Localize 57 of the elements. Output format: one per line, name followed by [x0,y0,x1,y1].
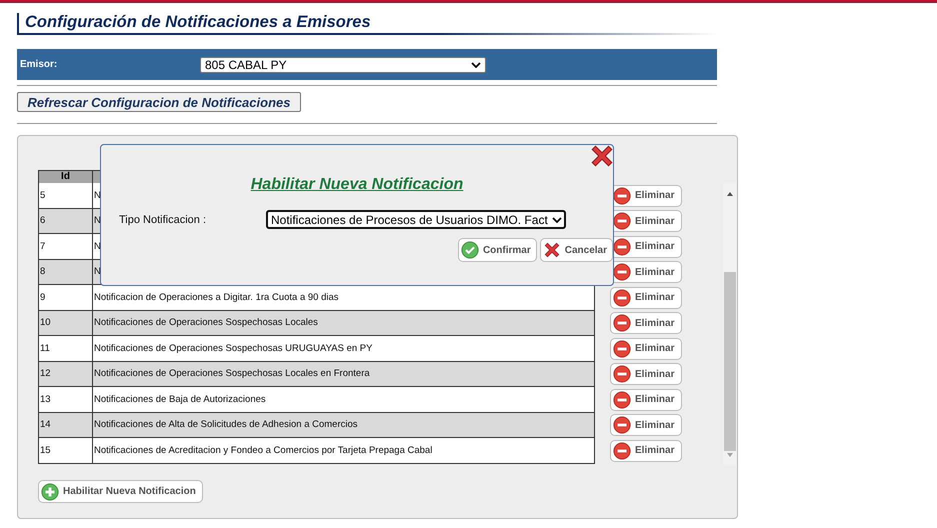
table-cell: 15 [39,438,93,462]
delete-button[interactable]: Eliminar [610,338,682,360]
table-cell: 12 [39,362,93,386]
table-cell: 7 [39,234,93,258]
delete-button[interactable]: Eliminar [610,440,682,462]
emisor-select[interactable]: 805 CABAL PY [200,56,486,72]
table-cell: 8 [39,260,93,284]
column-header: Id [39,171,93,183]
table-cell: 6 [39,208,93,233]
delete-button[interactable]: Eliminar [610,388,682,411]
minus-circle-icon [613,442,631,460]
minus-circle-icon [613,263,631,282]
notification-name: Notificaciones de Baja de Autorizaciones [94,394,266,405]
plus-circle-icon [41,482,59,500]
minus-circle-icon [613,288,631,307]
minus-circle-icon [613,340,631,358]
field-label: Tipo Notificacion : [119,214,208,226]
delete-button[interactable]: Eliminar [610,414,682,436]
minus-circle-icon [613,212,631,230]
minus-circle-icon [613,238,631,256]
notification-name: N [94,215,101,226]
minus-circle-icon [613,390,631,409]
delete-button[interactable]: Eliminar [610,312,682,334]
confirm-button[interactable]: Confirmar [458,238,537,262]
delete-button[interactable]: Eliminar [610,363,682,386]
notification-name: Notificaciones de Operaciones Sospechosas URUGUAYAS en PY [94,342,372,354]
minus-circle-icon [613,416,631,434]
notification-name: N [94,190,101,201]
cancel-button[interactable]: Cancelar [540,238,613,262]
table-cell: 14 [39,412,93,437]
notification-name: Notificaciones de Operaciones Sospechosas Locales [94,317,318,328]
check-circle-icon [460,241,479,259]
table-cell: 5 [39,183,93,208]
notification-name: Notificaciones de Acreditacion y Fondeo a Comercios por Tarjeta Prepaga Cabal [94,444,432,456]
chevron-icon [552,216,562,222]
notification-name: N [94,240,101,252]
notification-type-select[interactable]: Notificaciones de Procesos de Usuarios DIMO. Fact [266,210,566,229]
notification-name: Notificaciones de Alta de Solicitudes de Adhesion a Comercios [94,419,358,430]
minus-circle-icon [613,186,631,205]
table-cell: 9 [39,285,93,310]
notification-name: N [94,266,101,278]
minus-circle-icon [613,314,631,332]
notification-name: Notificacion de Operaciones a Digitar. 1ra Cuota a 90 dias [94,292,338,303]
table-cell: 10 [39,310,93,335]
delete-button[interactable]: Eliminar [610,286,682,309]
table-cell: 11 [39,336,93,360]
notification-name: Notificaciones de Operaciones Sospechosas Locales en Frontera [94,368,370,380]
page-title: Configuración de Notificaciones a Emisores [25,13,371,31]
dialog-title: Habilitar Nueva Notificacion [250,176,464,193]
minus-circle-icon [613,365,631,384]
add-notification-button[interactable]: Habilitar Nueva Notificacion [38,480,203,503]
table-cell: 13 [39,387,93,412]
close-icon[interactable] [589,143,615,169]
refresh-button[interactable]: Refrescar Configuracion de Notificaciones [17,92,301,112]
emisor-label: Emisor: [20,59,58,70]
chevron-icon [471,62,481,68]
x-icon [542,241,561,259]
